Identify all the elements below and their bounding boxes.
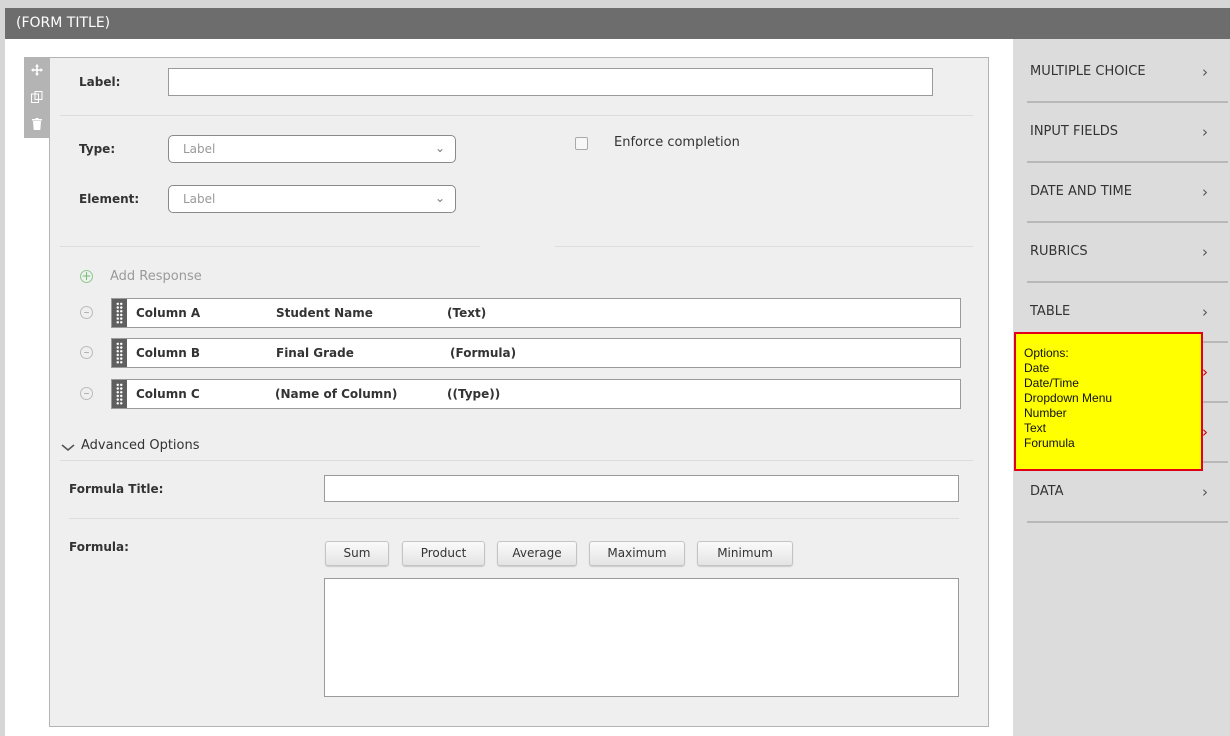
plus-circle-icon[interactable]: + (80, 270, 93, 283)
formula-title-input[interactable] (324, 475, 959, 502)
enforce-completion-label: Enforce completion (614, 135, 740, 150)
chevron-right-icon: › (1202, 123, 1208, 141)
form-title-bar: (FORM TITLE) (5, 8, 1230, 39)
note-line: Dropdown Menu (1024, 391, 1113, 405)
column-title: Final Grade (276, 346, 354, 360)
sidebar-item-input-fields[interactable]: INPUT FIELDS › (1027, 103, 1228, 163)
label-input[interactable] (168, 68, 933, 96)
minus-circle-icon[interactable]: – (80, 306, 93, 319)
minimum-button[interactable]: Minimum (697, 541, 793, 566)
advanced-options-label: Advanced Options (81, 438, 200, 453)
sidebar-item-date-and-time[interactable]: DATE AND TIME › (1027, 163, 1228, 223)
column-type: (Formula) (450, 346, 517, 360)
type-field-label: Type: (79, 142, 116, 156)
sidebar-item-multiple-choice[interactable]: MULTIPLE CHOICE › (1027, 43, 1228, 103)
column-title: Student Name (276, 306, 373, 320)
formula-textarea[interactable] (324, 578, 959, 697)
enforce-completion-checkbox[interactable] (575, 137, 588, 150)
column-title: (Name of Column) (275, 387, 398, 401)
column-type: (Text) (447, 306, 487, 320)
move-icon[interactable] (24, 57, 49, 83)
sidebar-item-label: INPUT FIELDS (1030, 124, 1119, 139)
sidebar-item-data[interactable]: DATA › (1027, 463, 1228, 523)
divider (60, 115, 973, 116)
options-annotation-note: Options: Date Date/Time Dropdown Menu Nu… (1014, 332, 1203, 471)
note-line: Date (1024, 361, 1050, 375)
chevron-right-icon: › (1202, 243, 1208, 261)
column-row: Column C (Name of Column) ((Type)) (111, 379, 961, 409)
element-select-value: Label (183, 192, 216, 206)
formula-title-label: Formula Title: (69, 482, 164, 496)
note-line: Options: (1024, 346, 1069, 360)
column-name: Column B (136, 346, 201, 360)
product-button[interactable]: Product (402, 541, 485, 566)
chevron-down-icon: ⌄ (434, 141, 445, 155)
sum-button[interactable]: Sum (325, 541, 389, 566)
sidebar-item-label: MULTIPLE CHOICE (1030, 64, 1146, 79)
note-line: Number (1024, 406, 1067, 420)
element-toolbar (24, 57, 49, 138)
chevron-right-icon: › (1202, 183, 1208, 201)
form-title: (FORM TITLE) (16, 15, 111, 31)
column-name: Column C (136, 387, 200, 401)
add-response-button[interactable]: Add Response (110, 269, 202, 284)
column-row: Column B Final Grade (Formula) (111, 338, 961, 368)
divider (60, 246, 480, 247)
sidebar-item-label: DATA (1030, 484, 1064, 499)
type-select[interactable]: Label ⌄ (168, 135, 456, 163)
column-name: Column A (136, 306, 201, 320)
chevron-right-icon: › (1202, 63, 1208, 81)
column-type: ((Type)) (447, 387, 501, 401)
trash-icon[interactable] (24, 111, 49, 137)
sidebar-item-rubrics[interactable]: RUBRICS › (1027, 223, 1228, 283)
chevron-down-icon: ⌄ (434, 191, 445, 205)
type-select-value: Label (183, 142, 216, 156)
column-row: Column A Student Name (Text) (111, 298, 961, 328)
drag-handle-icon[interactable] (112, 380, 127, 408)
chevron-down-icon (61, 444, 75, 452)
divider (60, 460, 973, 461)
note-line: Text (1024, 421, 1047, 435)
copy-icon[interactable] (24, 84, 49, 110)
formula-label: Formula: (69, 540, 129, 554)
note-line: Forumula (1024, 436, 1075, 450)
maximum-button[interactable]: Maximum (589, 541, 685, 566)
chevron-right-icon: › (1202, 483, 1208, 501)
divider (69, 518, 959, 519)
drag-handle-icon[interactable] (112, 339, 127, 367)
element-field-label: Element: (79, 192, 140, 206)
element-select[interactable]: Label ⌄ (168, 185, 456, 213)
sidebar-item-label: RUBRICS (1030, 244, 1088, 259)
element-editor-panel: Label: Type: Label ⌄ Enforce completion … (49, 57, 989, 727)
divider (555, 246, 973, 247)
average-button[interactable]: Average (497, 541, 577, 566)
minus-circle-icon[interactable]: – (80, 346, 93, 359)
minus-circle-icon[interactable]: – (80, 387, 93, 400)
sidebar-item-label: DATE AND TIME (1030, 184, 1132, 199)
drag-handle-icon[interactable] (112, 299, 127, 327)
label-field-label: Label: (79, 75, 121, 89)
note-line: Date/Time (1024, 376, 1079, 390)
